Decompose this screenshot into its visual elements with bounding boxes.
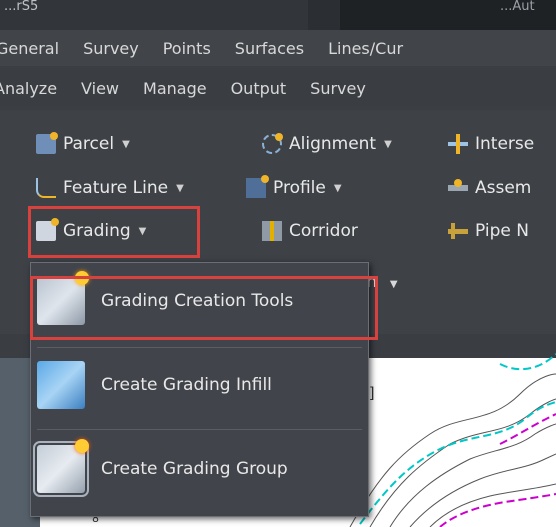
alignment-label: Alignment <box>289 134 377 154</box>
tab-survey[interactable]: Survey <box>83 39 139 58</box>
tab-points[interactable]: Points <box>163 39 211 58</box>
parcel-icon <box>36 132 58 154</box>
corridor-button[interactable]: Corridor <box>262 217 358 245</box>
intersection-icon <box>448 134 468 154</box>
tab-lines-curves[interactable]: Lines/Cur <box>328 39 403 58</box>
tab-survey-2[interactable]: Survey <box>310 79 366 98</box>
chevron-down-icon: ▼ <box>389 279 398 290</box>
menu-item-create-grading-group[interactable]: Create Grading Group <box>33 439 362 499</box>
feature-line-label: Feature Line <box>63 178 169 198</box>
tab-surfaces[interactable]: Surfaces <box>235 39 304 58</box>
ribbon-tab-row-2: Analyze View Manage Output Survey <box>0 70 556 106</box>
chevron-down-icon: ▼ <box>122 138 130 150</box>
tab-general[interactable]: General <box>0 39 59 58</box>
pipe-network-button[interactable]: Pipe N <box>448 217 529 245</box>
pipe-network-label: Pipe N <box>475 221 529 241</box>
menu-separator <box>37 429 362 430</box>
intersections-label: Interse <box>475 134 535 154</box>
menu-item-label: Create Grading Group <box>101 459 288 479</box>
chevron-down-icon: ▼ <box>176 182 184 194</box>
assembly-label: Assem <box>475 178 532 198</box>
intersections-button[interactable]: Interse <box>448 130 534 158</box>
assembly-icon <box>448 178 468 198</box>
parcel-label: Parcel <box>63 134 115 154</box>
menu-item-create-grading-infill[interactable]: Create Grading Infill <box>37 355 362 415</box>
feature-line-button[interactable]: Feature Line ▼ <box>36 174 184 202</box>
grading-infill-icon <box>37 361 85 409</box>
grading-creation-tools-highlight <box>30 276 378 340</box>
alignment-icon <box>262 133 283 154</box>
parcel-button[interactable]: Parcel ▼ <box>36 130 130 158</box>
menu-separator <box>37 347 362 348</box>
tab-manage[interactable]: Manage <box>143 79 207 98</box>
tab-output[interactable]: Output <box>231 79 287 98</box>
tab-analyze[interactable]: Analyze <box>0 79 57 98</box>
grading-highlight <box>28 206 200 258</box>
profile-button[interactable]: Profile ▼ <box>246 174 342 202</box>
alignment-button[interactable]: Alignment ▼ <box>262 130 392 158</box>
pipe-network-icon <box>448 221 468 241</box>
chevron-down-icon: ▼ <box>333 182 342 194</box>
profile-icon <box>246 175 269 198</box>
feature-line-icon <box>36 178 56 198</box>
ribbon-tab-row-1: General Survey Points Surfaces Lines/Cur <box>0 30 556 66</box>
corridor-label: Corridor <box>289 221 358 241</box>
profile-label: Profile <box>273 178 326 198</box>
chevron-down-icon: ▼ <box>384 138 392 150</box>
grading-group-icon <box>33 439 89 497</box>
tab-view[interactable]: View <box>81 79 119 98</box>
corridor-icon <box>262 221 282 241</box>
assembly-button[interactable]: Assem <box>448 174 531 202</box>
menu-item-label: Create Grading Infill <box>101 375 272 395</box>
